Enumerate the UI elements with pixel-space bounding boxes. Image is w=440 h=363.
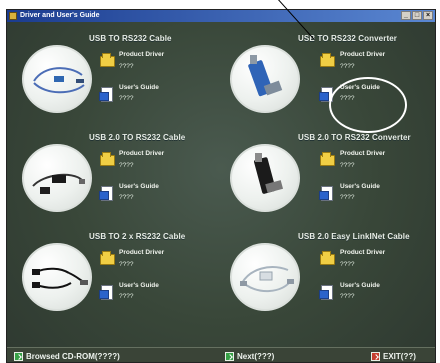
user-guide-value: ???? <box>340 293 355 300</box>
browse-cd-button[interactable]: Browsed CD-ROM(????) <box>14 351 120 362</box>
exit-button[interactable]: EXIT(??) <box>371 351 416 362</box>
folder-icon[interactable] <box>100 251 115 265</box>
folder-icon[interactable] <box>320 251 335 265</box>
product-driver-value: ???? <box>340 261 355 268</box>
folder-icon[interactable] <box>100 53 115 67</box>
card-title: USB TO 2 x RS232 Cable <box>89 232 186 241</box>
card-title: USB TO RS232 Cable <box>89 34 172 43</box>
user-guide-value: ???? <box>119 95 134 102</box>
bottom-toolbar: Browsed CD-ROM(????) Next(???) EXIT(??) <box>7 347 435 362</box>
product-driver-value: ???? <box>340 162 355 169</box>
product-driver-label[interactable]: Product Driver <box>340 51 385 58</box>
check-icon <box>225 352 234 361</box>
product-driver-label[interactable]: Product Driver <box>119 150 164 157</box>
product-card-usb20-easy-link-cable[interactable]: USB 2.0 Easy LinkINet Cable Product Driv… <box>212 230 417 326</box>
user-guide-label[interactable]: User's Guide <box>340 282 380 289</box>
product-driver-label[interactable]: Product Driver <box>119 249 164 256</box>
user-guide-label[interactable]: User's Guide <box>119 183 159 190</box>
product-image <box>230 144 300 212</box>
product-image <box>22 45 92 113</box>
card-title: USB 2.0 TO RS232 Converter <box>298 133 411 142</box>
card-title: USB 2.0 Easy LinkINet Cable <box>298 232 410 241</box>
document-icon[interactable] <box>99 186 113 201</box>
exit-label: EXIT(??) <box>383 352 416 361</box>
highlight-circle <box>329 77 407 133</box>
maximize-button[interactable]: □ <box>412 11 422 20</box>
folder-icon[interactable] <box>320 152 335 166</box>
document-icon[interactable] <box>99 87 113 102</box>
document-icon[interactable] <box>99 285 113 300</box>
user-guide-value: ???? <box>119 194 134 201</box>
product-image <box>22 144 92 212</box>
document-icon[interactable] <box>319 285 333 300</box>
minimize-button[interactable]: _ <box>401 11 411 20</box>
product-driver-value: ???? <box>340 63 355 70</box>
folder-icon[interactable] <box>100 152 115 166</box>
product-driver-label[interactable]: Product Driver <box>340 150 385 157</box>
document-icon[interactable] <box>319 186 333 201</box>
user-guide-value: ???? <box>119 293 134 300</box>
main-content: USB TO RS232 Cable Product Driver ???? U… <box>7 22 435 347</box>
product-driver-value: ???? <box>119 261 134 268</box>
product-driver-label[interactable]: Product Driver <box>119 51 164 58</box>
browse-cd-label: Browsed CD-ROM(????) <box>26 352 120 361</box>
product-card-usb-2x-rs232-cable[interactable]: USB TO 2 x RS232 Cable Product Driver ??… <box>7 230 212 326</box>
product-driver-value: ???? <box>119 162 134 169</box>
product-driver-label[interactable]: Product Driver <box>340 249 385 256</box>
product-card-usb20-rs232-cable[interactable]: USB 2.0 TO RS232 Cable Product Driver ??… <box>7 131 212 227</box>
title-bar: Driver and User's Guide _ □ × <box>7 10 435 22</box>
close-button[interactable]: × <box>423 11 433 20</box>
product-card-usb-rs232-cable[interactable]: USB TO RS232 Cable Product Driver ???? U… <box>7 32 212 128</box>
next-label: Next(???) <box>237 352 275 361</box>
product-image <box>230 243 300 311</box>
user-guide-value: ???? <box>340 194 355 201</box>
exit-icon <box>371 352 380 361</box>
next-button[interactable]: Next(???) <box>225 351 274 362</box>
app-icon <box>9 12 17 20</box>
user-guide-label[interactable]: User's Guide <box>119 282 159 289</box>
card-title: USB 2.0 TO RS232 Cable <box>89 133 186 142</box>
product-image <box>22 243 92 311</box>
product-image <box>230 45 300 113</box>
check-icon <box>14 352 23 361</box>
driver-guide-window: Driver and User's Guide _ □ × USB TO RS2… <box>6 9 436 363</box>
product-card-usb20-rs232-converter[interactable]: USB 2.0 TO RS232 Converter Product Drive… <box>212 131 417 227</box>
folder-icon[interactable] <box>320 53 335 67</box>
product-driver-value: ???? <box>119 63 134 70</box>
window-title: Driver and User's Guide <box>20 12 100 19</box>
user-guide-label[interactable]: User's Guide <box>340 183 380 190</box>
user-guide-label[interactable]: User's Guide <box>119 84 159 91</box>
